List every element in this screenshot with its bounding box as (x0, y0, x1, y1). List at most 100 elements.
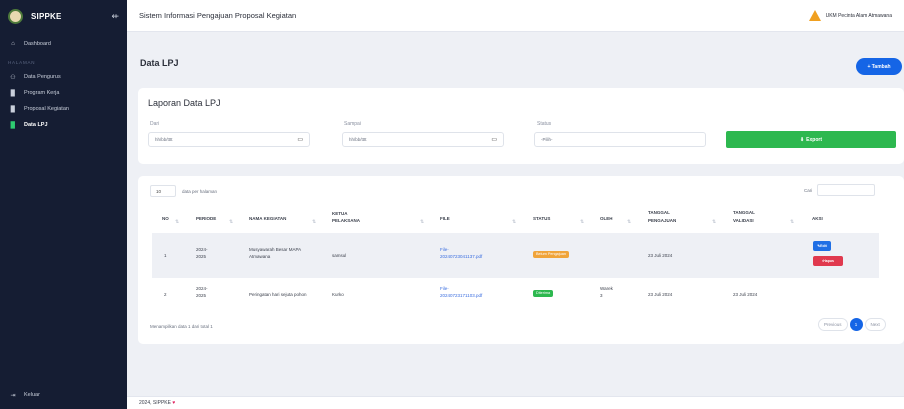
sort-icon[interactable]: ⇅ (512, 219, 516, 225)
file-link[interactable]: 20240723041137.pdf (440, 254, 482, 261)
cell-oleh: 3 (600, 293, 603, 298)
status-badge: Belum Pengajuan (533, 251, 569, 258)
pagination: Previous 1 Next (818, 318, 886, 331)
from-date-value: hh/bb/tttt (155, 137, 173, 142)
th-nama-kegiatan[interactable]: NAMA KEGIATAN (249, 216, 286, 222)
cell-ketua: Kurko (332, 292, 344, 297)
sidebar-item-label: Data LPJ (24, 122, 48, 128)
sidebar-heading: HALAMAN (8, 60, 36, 65)
th-tanggal-pengajuan-1[interactable]: TANGGAL (648, 210, 670, 216)
file-link[interactable]: File- (440, 247, 449, 254)
th-no[interactable]: NO (162, 216, 169, 222)
home-icon: ⌂ (11, 41, 15, 47)
sidebar-item-label: Program Kerja (24, 90, 60, 96)
cell-periode: 2024- (196, 247, 208, 252)
cell-no: 1 (164, 253, 167, 258)
th-status[interactable]: STATUS (533, 216, 550, 222)
cell-nama: Musyawarah Besar MAPA (249, 247, 302, 252)
file-icon: ▉ (10, 90, 16, 97)
cell-oleh: Warek (600, 286, 613, 291)
page-title: Data LPJ (140, 58, 179, 68)
showing-info: Menampilkan data 1 dari total 1 (150, 324, 213, 329)
per-page-select[interactable]: 10 (150, 185, 176, 197)
cell-tanggal-pengajuan: 23 Juli 2024 (648, 253, 673, 258)
app-title: Sistem Informasi Pengajuan Proposal Kegi… (139, 11, 297, 20)
sidebar-item-data-lpj[interactable]: ▉ Data LPJ (0, 117, 127, 133)
logout-label: Keluar (24, 392, 40, 398)
brand-logo (8, 8, 23, 24)
sidebar: SIPPKE ⇷ ⌂ Dashboard HALAMAN ⚇ Data Peng… (0, 0, 127, 409)
pagination-next[interactable]: Next (864, 318, 886, 331)
users-icon: ⚇ (10, 74, 16, 81)
brand-name: SIPPKE (31, 11, 62, 21)
footer-text: 2024, SIPPKE (139, 400, 171, 406)
search-label: Cari (804, 187, 813, 193)
edit-button[interactable]: ✎ Edit (813, 241, 831, 251)
sort-icon[interactable]: ⇅ (175, 219, 179, 225)
sort-icon[interactable]: ⇅ (627, 219, 631, 225)
edit-label: Edit (820, 244, 827, 248)
th-aksi: AKSI (812, 216, 823, 221)
from-date-input[interactable]: hh/bb/tttt ▭ (148, 132, 310, 147)
status-label: Status (537, 121, 552, 127)
sidebar-item-label: Proposal Kegiatan (24, 106, 69, 112)
th-tanggal-validasi-2[interactable]: VALIDASI (733, 218, 754, 224)
menu-toggle-icon[interactable]: ⇷ (111, 11, 119, 22)
to-date-input[interactable]: hh/bb/tttt ▭ (342, 132, 504, 147)
sort-icon[interactable]: ⇅ (580, 219, 584, 225)
pagination-page-1[interactable]: 1 (849, 318, 863, 331)
th-tanggal-validasi-1[interactable]: TANGGAL (733, 210, 755, 216)
cell-no: 2 (164, 292, 167, 297)
th-periode[interactable]: PERIODE (196, 216, 216, 222)
cell-ketua: samsul (332, 253, 347, 258)
logout-icon: ⇥ (10, 392, 16, 399)
sidebar-item-dashboard[interactable]: ⌂ Dashboard (0, 36, 127, 52)
add-button[interactable]: + Tambah (856, 58, 902, 75)
cell-tanggal-validasi: 23 Juli 2024 (733, 292, 758, 297)
delete-label: Hapus (823, 259, 834, 263)
sidebar-item-data-pengurus[interactable]: ⚇ Data Pengurus (0, 69, 127, 85)
sort-icon[interactable]: ⇅ (712, 219, 716, 225)
sort-icon[interactable]: ⇅ (790, 219, 794, 225)
export-button[interactable]: ⬇ Export (726, 131, 896, 148)
to-date-value: hh/bb/tttt (349, 137, 367, 142)
sort-icon[interactable]: ⇅ (420, 219, 424, 225)
file-link[interactable]: File- (440, 286, 449, 293)
user-menu[interactable]: UKM Pecinta Alam Atmawana (808, 10, 892, 21)
cell-periode: 2025 (196, 293, 207, 298)
per-page-control: 10 data per halaman (150, 185, 217, 197)
sidebar-item-label: Data Pengurus (24, 74, 61, 80)
cell-periode: 2024- (196, 286, 208, 291)
sort-icon[interactable]: ⇅ (229, 219, 233, 225)
user-avatar-icon (808, 10, 821, 21)
file-icon: ▉ (10, 122, 16, 129)
status-select[interactable]: -Pilih- (534, 132, 706, 147)
th-tanggal-pengajuan-2[interactable]: PENGAJUAN (648, 218, 676, 224)
th-oleh[interactable]: OLEH (600, 216, 613, 222)
cell-tanggal-pengajuan: 23 Juli 2024 (648, 292, 673, 297)
pagination-previous[interactable]: Previous (818, 318, 848, 331)
sidebar-item-label: Dashboard (24, 41, 51, 47)
search-input[interactable] (817, 184, 876, 196)
download-icon: ⬇ (799, 136, 805, 143)
th-file[interactable]: FILE (440, 216, 450, 222)
export-label: Export (806, 136, 823, 143)
file-link[interactable]: 20240723171103.pdf (440, 293, 482, 300)
th-ketua-1[interactable]: KETUA (332, 211, 348, 217)
th-ketua-2[interactable]: PELAKSANA (332, 218, 360, 224)
cell-periode: 2025 (196, 254, 207, 259)
per-page-label: data per halaman (182, 188, 218, 194)
sidebar-item-program-kerja[interactable]: ▉ Program Kerja (0, 85, 127, 101)
filter-card: Laporan Data LPJ Dari hh/bb/tttt ▭ Sampa… (138, 88, 904, 164)
calendar-icon[interactable]: ▭ (491, 136, 497, 143)
user-name: UKM Pecinta Alam Atmawana (825, 12, 892, 19)
sidebar-item-proposal-kegiatan[interactable]: ▉ Proposal Kegiatan (0, 101, 127, 117)
card-title: Laporan Data LPJ (148, 98, 221, 108)
logout-button[interactable]: ⇥ Keluar (0, 387, 127, 403)
calendar-icon[interactable]: ▭ (297, 136, 303, 143)
file-icon: ▉ (10, 106, 16, 113)
cell-nama: Peringatan hari sejuta pohon (249, 292, 307, 297)
footer: 2024, SIPPKE ♥ (127, 396, 904, 409)
delete-button[interactable]: ▪ Hapus (813, 256, 843, 266)
sort-icon[interactable]: ⇅ (312, 219, 316, 225)
